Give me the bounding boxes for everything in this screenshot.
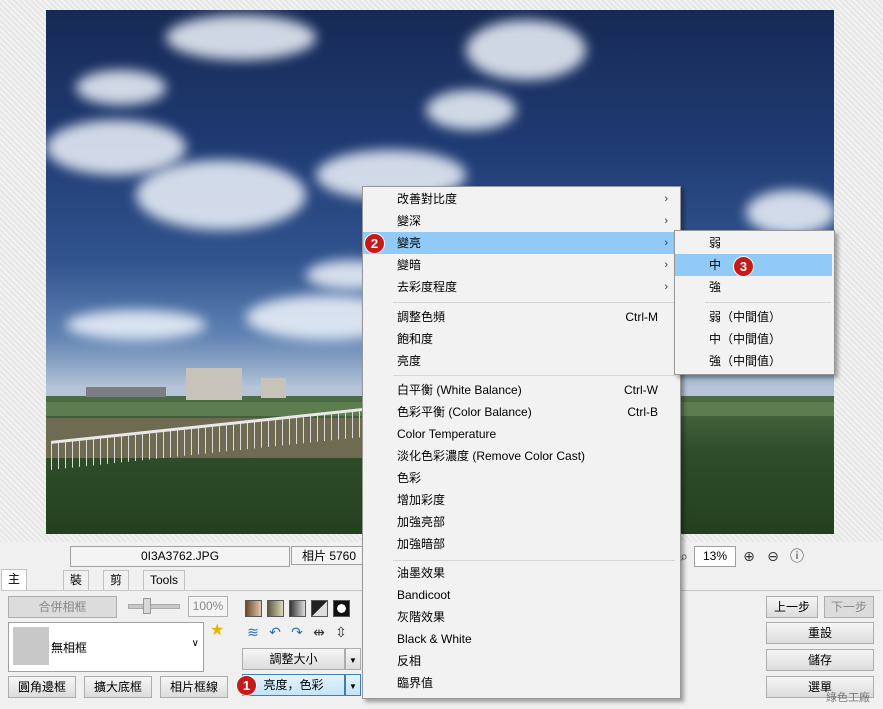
- zoom-level: 13%: [694, 546, 736, 567]
- menu-item-black-white[interactable]: Black & White: [363, 628, 678, 650]
- expand-base-button[interactable]: 擴大底框: [84, 676, 152, 698]
- menu-item-invert[interactable]: 反相: [363, 650, 678, 672]
- tab-main[interactable]: 主要功能: [1, 569, 28, 643]
- tab-tools[interactable]: Tools: [143, 570, 186, 590]
- menu-separator: [393, 560, 675, 561]
- gradient-effect-3[interactable]: [289, 600, 306, 617]
- submenu-arrow-icon: ›: [664, 237, 668, 249]
- zoom-out-icon[interactable]: ⊖: [765, 548, 781, 564]
- frame-select[interactable]: 無相框 ∨: [8, 622, 204, 672]
- gradient-effect-5[interactable]: [333, 600, 350, 617]
- favorite-star-icon[interactable]: ★: [210, 620, 224, 640]
- frame-thumbnail: [13, 627, 49, 665]
- menu-separator: [393, 375, 675, 376]
- brighten-submenu: 弱 中 強 弱（中間值） 中（中間值） 強（中間值）: [674, 230, 835, 375]
- photo-frame-line-button[interactable]: 相片框線: [160, 676, 228, 698]
- menu-item-enhance-shadows[interactable]: 加強暗部: [363, 533, 678, 555]
- menu-item-color-temperature[interactable]: Color Temperature: [363, 423, 678, 445]
- menu-item-grayscale[interactable]: 灰階效果: [363, 606, 678, 628]
- opacity-value: 100%: [188, 596, 228, 617]
- merge-frame-button[interactable]: 合併相框: [8, 596, 117, 618]
- tab-decorate[interactable]: 裝飾: [63, 570, 90, 606]
- watermark: 綠色工廠: [826, 692, 870, 704]
- menu-item-remove-color-cast[interactable]: 淡化色彩濃度 (Remove Color Cast): [363, 445, 678, 467]
- menu-item-darken-deep[interactable]: 變深 ›: [363, 210, 678, 232]
- menu-item-bandicoot[interactable]: Bandicoot: [363, 584, 678, 606]
- straighten-icon[interactable]: ≋: [245, 624, 261, 640]
- menu-item-saturation[interactable]: 飽和度: [363, 328, 678, 350]
- step-badge-2: 2: [364, 233, 385, 254]
- photo-info-field: 相片 5760: [291, 546, 363, 565]
- menu-item-enhance-highlights[interactable]: 加強亮部: [363, 511, 678, 533]
- flip-vertical-icon[interactable]: ⇳: [333, 624, 349, 640]
- gradient-effect-4[interactable]: [311, 600, 328, 617]
- menu-item-ink-effect[interactable]: 油墨效果: [363, 562, 678, 584]
- submenu-item-weak[interactable]: 弱: [675, 232, 832, 254]
- submenu-arrow-icon: ›: [664, 259, 668, 271]
- submenu-arrow-icon: ›: [664, 281, 668, 293]
- menu-item-desaturate-level[interactable]: 去彩度程度 ›: [363, 276, 678, 298]
- flip-horizontal-icon[interactable]: ⇹: [311, 624, 327, 640]
- filename-field: 0I3A3762.JPG: [70, 546, 290, 567]
- tab-crop[interactable]: 剪裁: [103, 570, 130, 606]
- submenu-item-strong[interactable]: 強: [675, 276, 832, 298]
- save-button[interactable]: 儲存: [766, 649, 874, 671]
- brightness-color-button[interactable]: 亮度，色彩: [242, 674, 345, 696]
- info-icon[interactable]: ⓘ: [789, 548, 805, 564]
- submenu-item-strong-midtone[interactable]: 強（中間值）: [675, 350, 832, 372]
- menu-separator: [393, 302, 675, 303]
- chevron-down-icon: ∨: [191, 638, 199, 649]
- menu-item-color-balance[interactable]: 色彩平衡 (Color Balance) Ctrl-B: [363, 401, 678, 423]
- submenu-arrow-icon: ›: [664, 215, 668, 227]
- resize-dropdown-button[interactable]: ▼: [345, 648, 361, 670]
- menu-item-adjust-channels[interactable]: 調整色頻 Ctrl-M: [363, 306, 678, 328]
- dropdown-arrow-icon: ▼: [349, 682, 357, 691]
- gradient-effect-1[interactable]: [245, 600, 262, 617]
- gradient-effect-2[interactable]: [267, 600, 284, 617]
- opacity-slider-thumb[interactable]: [143, 598, 151, 614]
- reset-button[interactable]: 重設: [766, 622, 874, 644]
- menu-item-darken[interactable]: 變暗 ›: [363, 254, 678, 276]
- frame-name: 無相框: [51, 641, 88, 655]
- menu-item-improve-contrast[interactable]: 改善對比度 ›: [363, 188, 678, 210]
- submenu-item-weak-midtone[interactable]: 弱（中間值）: [675, 306, 832, 328]
- opacity-slider[interactable]: [128, 604, 180, 609]
- brightness-color-dropdown[interactable]: ▼: [345, 674, 361, 696]
- step-badge-3: 3: [733, 256, 754, 277]
- menu-item-brightness[interactable]: 亮度: [363, 350, 678, 372]
- rotate-left-icon[interactable]: ↶: [267, 624, 283, 640]
- menu-item-increase-saturation[interactable]: 增加彩度: [363, 489, 678, 511]
- redo-button[interactable]: 下一步: [824, 596, 874, 618]
- menu-item-color[interactable]: 色彩: [363, 467, 678, 489]
- menu-item-threshold[interactable]: 臨界值: [363, 672, 678, 694]
- resize-button[interactable]: 調整大小: [242, 648, 345, 670]
- menu-item-brighten[interactable]: 變亮 ›: [363, 232, 678, 254]
- zoom-in-icon[interactable]: ⊕: [741, 548, 757, 564]
- step-badge-1: 1: [236, 675, 257, 696]
- submenu-item-medium-midtone[interactable]: 中（中間值）: [675, 328, 832, 350]
- adjust-context-menu: 改善對比度 › 變深 › 變亮 › 變暗 › 去彩度程度 › 調整色頻 Ctrl-M 飽和度…: [362, 186, 681, 699]
- menu-separator: [705, 302, 831, 303]
- submenu-arrow-icon: ›: [664, 193, 668, 205]
- round-border-button[interactable]: 圓角邊框: [8, 676, 76, 698]
- dropdown-arrow-icon: ▼: [349, 656, 357, 665]
- undo-button[interactable]: 上一步: [766, 596, 818, 618]
- rotate-right-icon[interactable]: ↷: [289, 624, 305, 640]
- menu-item-white-balance[interactable]: 白平衡 (White Balance) Ctrl-W: [363, 379, 678, 401]
